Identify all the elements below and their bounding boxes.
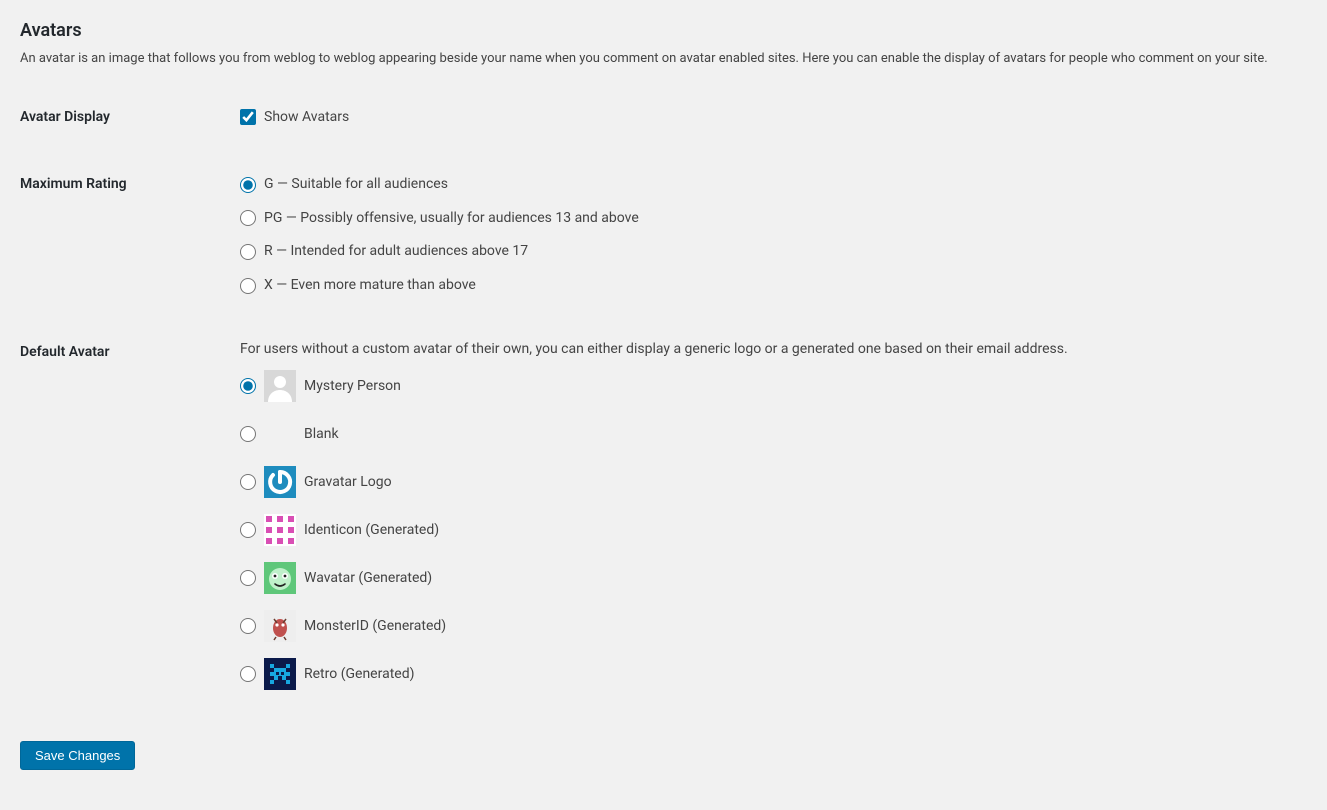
section-description: An avatar is an image that follows you f…: [20, 49, 1307, 69]
show-avatars-checkbox[interactable]: [240, 109, 256, 125]
show-avatars-label: Show Avatars: [264, 108, 349, 128]
avatar-option-identicon[interactable]: Identicon (Generated): [240, 514, 1297, 546]
avatar-radio-gravatar[interactable]: [240, 474, 256, 490]
avatar-label-gravatar: Gravatar Logo: [304, 473, 392, 493]
rating-label-pg: PG — Possibly offensive, usually for aud…: [264, 209, 639, 229]
save-changes-button[interactable]: Save Changes: [20, 741, 135, 770]
rating-option-r[interactable]: R — Intended for adult audiences above 1…: [240, 242, 1297, 262]
retro-icon: [264, 658, 296, 690]
avatar-option-monsterid[interactable]: MonsterID (Generated): [240, 610, 1297, 642]
avatar-label-identicon: Identicon (Generated): [304, 521, 439, 541]
gravatar-logo-icon: [264, 466, 296, 498]
rating-radio-r[interactable]: [240, 244, 256, 260]
show-avatars-option[interactable]: Show Avatars: [240, 108, 1297, 128]
avatar-label-wavatar: Wavatar (Generated): [304, 569, 432, 589]
default-avatar-description: For users without a custom avatar of the…: [240, 339, 1297, 360]
rating-label-g: G — Suitable for all audiences: [264, 175, 448, 195]
avatar-radio-blank[interactable]: [240, 426, 256, 442]
avatar-option-wavatar[interactable]: Wavatar (Generated): [240, 562, 1297, 594]
avatar-option-blank[interactable]: Blank: [240, 418, 1297, 450]
settings-table: Avatar Display Show Avatars Maximum Rati…: [20, 89, 1307, 722]
mystery-person-icon: [264, 370, 296, 402]
avatar-radio-wavatar[interactable]: [240, 570, 256, 586]
blank-icon: [264, 418, 296, 450]
avatar-label-monsterid: MonsterID (Generated): [304, 617, 446, 637]
wavatar-icon: [264, 562, 296, 594]
avatar-option-mystery[interactable]: Mystery Person: [240, 370, 1297, 402]
avatar-radio-monsterid[interactable]: [240, 618, 256, 634]
rating-label-r: R — Intended for adult audiences above 1…: [264, 242, 528, 262]
default-avatar-label: Default Avatar: [20, 324, 230, 721]
avatar-label-retro: Retro (Generated): [304, 665, 414, 685]
section-title: Avatars: [20, 20, 1307, 41]
rating-option-g[interactable]: G — Suitable for all audiences: [240, 175, 1297, 195]
avatar-option-gravatar[interactable]: Gravatar Logo: [240, 466, 1297, 498]
rating-label-x: X — Even more mature than above: [264, 276, 476, 296]
rating-radio-x[interactable]: [240, 278, 256, 294]
rating-option-x[interactable]: X — Even more mature than above: [240, 276, 1297, 296]
avatar-radio-retro[interactable]: [240, 666, 256, 682]
maximum-rating-label: Maximum Rating: [20, 156, 230, 324]
avatar-radio-mystery[interactable]: [240, 378, 256, 394]
monsterid-icon: [264, 610, 296, 642]
avatar-label-blank: Blank: [304, 425, 339, 445]
rating-radio-g[interactable]: [240, 177, 256, 193]
identicon-icon: [264, 514, 296, 546]
rating-option-pg[interactable]: PG — Possibly offensive, usually for aud…: [240, 209, 1297, 229]
avatar-option-retro[interactable]: Retro (Generated): [240, 658, 1297, 690]
avatar-display-label: Avatar Display: [20, 89, 230, 157]
avatar-radio-identicon[interactable]: [240, 522, 256, 538]
rating-radio-pg[interactable]: [240, 210, 256, 226]
avatar-label-mystery: Mystery Person: [304, 377, 401, 397]
